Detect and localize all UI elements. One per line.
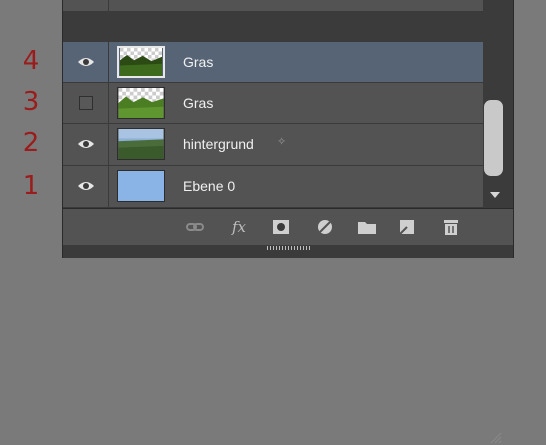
layer-thumbnail[interactable] [117,128,165,160]
folder-icon[interactable] [357,218,377,236]
layer-name[interactable]: hintergrund [183,136,254,153]
grass-thumbnail-icon [120,48,162,76]
row-number-4: 4 [22,46,40,76]
visibility-toggle[interactable] [63,124,109,165]
layer-name[interactable]: Gras [183,54,213,71]
landscape-thumbnail-icon [118,129,164,159]
row-number-1: 1 [22,171,40,201]
layer-row[interactable]: Gras [63,42,483,83]
link-icon[interactable] [185,218,205,236]
row-number-3: 3 [22,87,40,117]
eye-icon [78,58,94,66]
layer-row[interactable]: Gras [63,83,483,124]
scrollbar-thumb[interactable] [484,100,503,176]
trash-icon[interactable] [441,218,461,236]
layer-row-partial [63,0,483,12]
row-number-2: 2 [22,128,40,158]
mask-icon[interactable] [271,218,291,236]
grass-thumbnail-icon [118,88,164,118]
visibility-toggle[interactable] [63,42,109,82]
layer-name[interactable]: Ebene 0 [183,178,235,195]
visibility-toggle[interactable] [63,83,109,123]
layers-toolbar: fx [63,208,513,444]
layer-row[interactable]: Ebene 0 [63,166,483,208]
layer-name[interactable]: Gras [183,95,213,112]
layer-thumbnail[interactable] [117,87,165,119]
adjustment-icon[interactable] [315,218,335,236]
new-layer-icon[interactable] [397,218,417,236]
layer-thumbnail[interactable] [117,46,165,78]
layer-row[interactable]: hintergrund ✧ [63,124,483,166]
layers-panel: Gras Gras hintergrund ✧ Ebene 0 fx [62,0,514,444]
scroll-down-arrow-icon[interactable] [490,192,500,198]
panel-drag-grip[interactable] [267,246,311,250]
visibility-toggle[interactable] [63,166,109,207]
sparkle-icon: ✧ [277,136,287,148]
visibility-off-box [79,96,93,110]
layer-thumbnail[interactable] [117,170,165,202]
eye-icon [78,182,94,190]
eye-icon [78,140,94,148]
fx-icon[interactable]: fx [229,218,249,236]
resize-grip-icon[interactable] [489,431,503,445]
